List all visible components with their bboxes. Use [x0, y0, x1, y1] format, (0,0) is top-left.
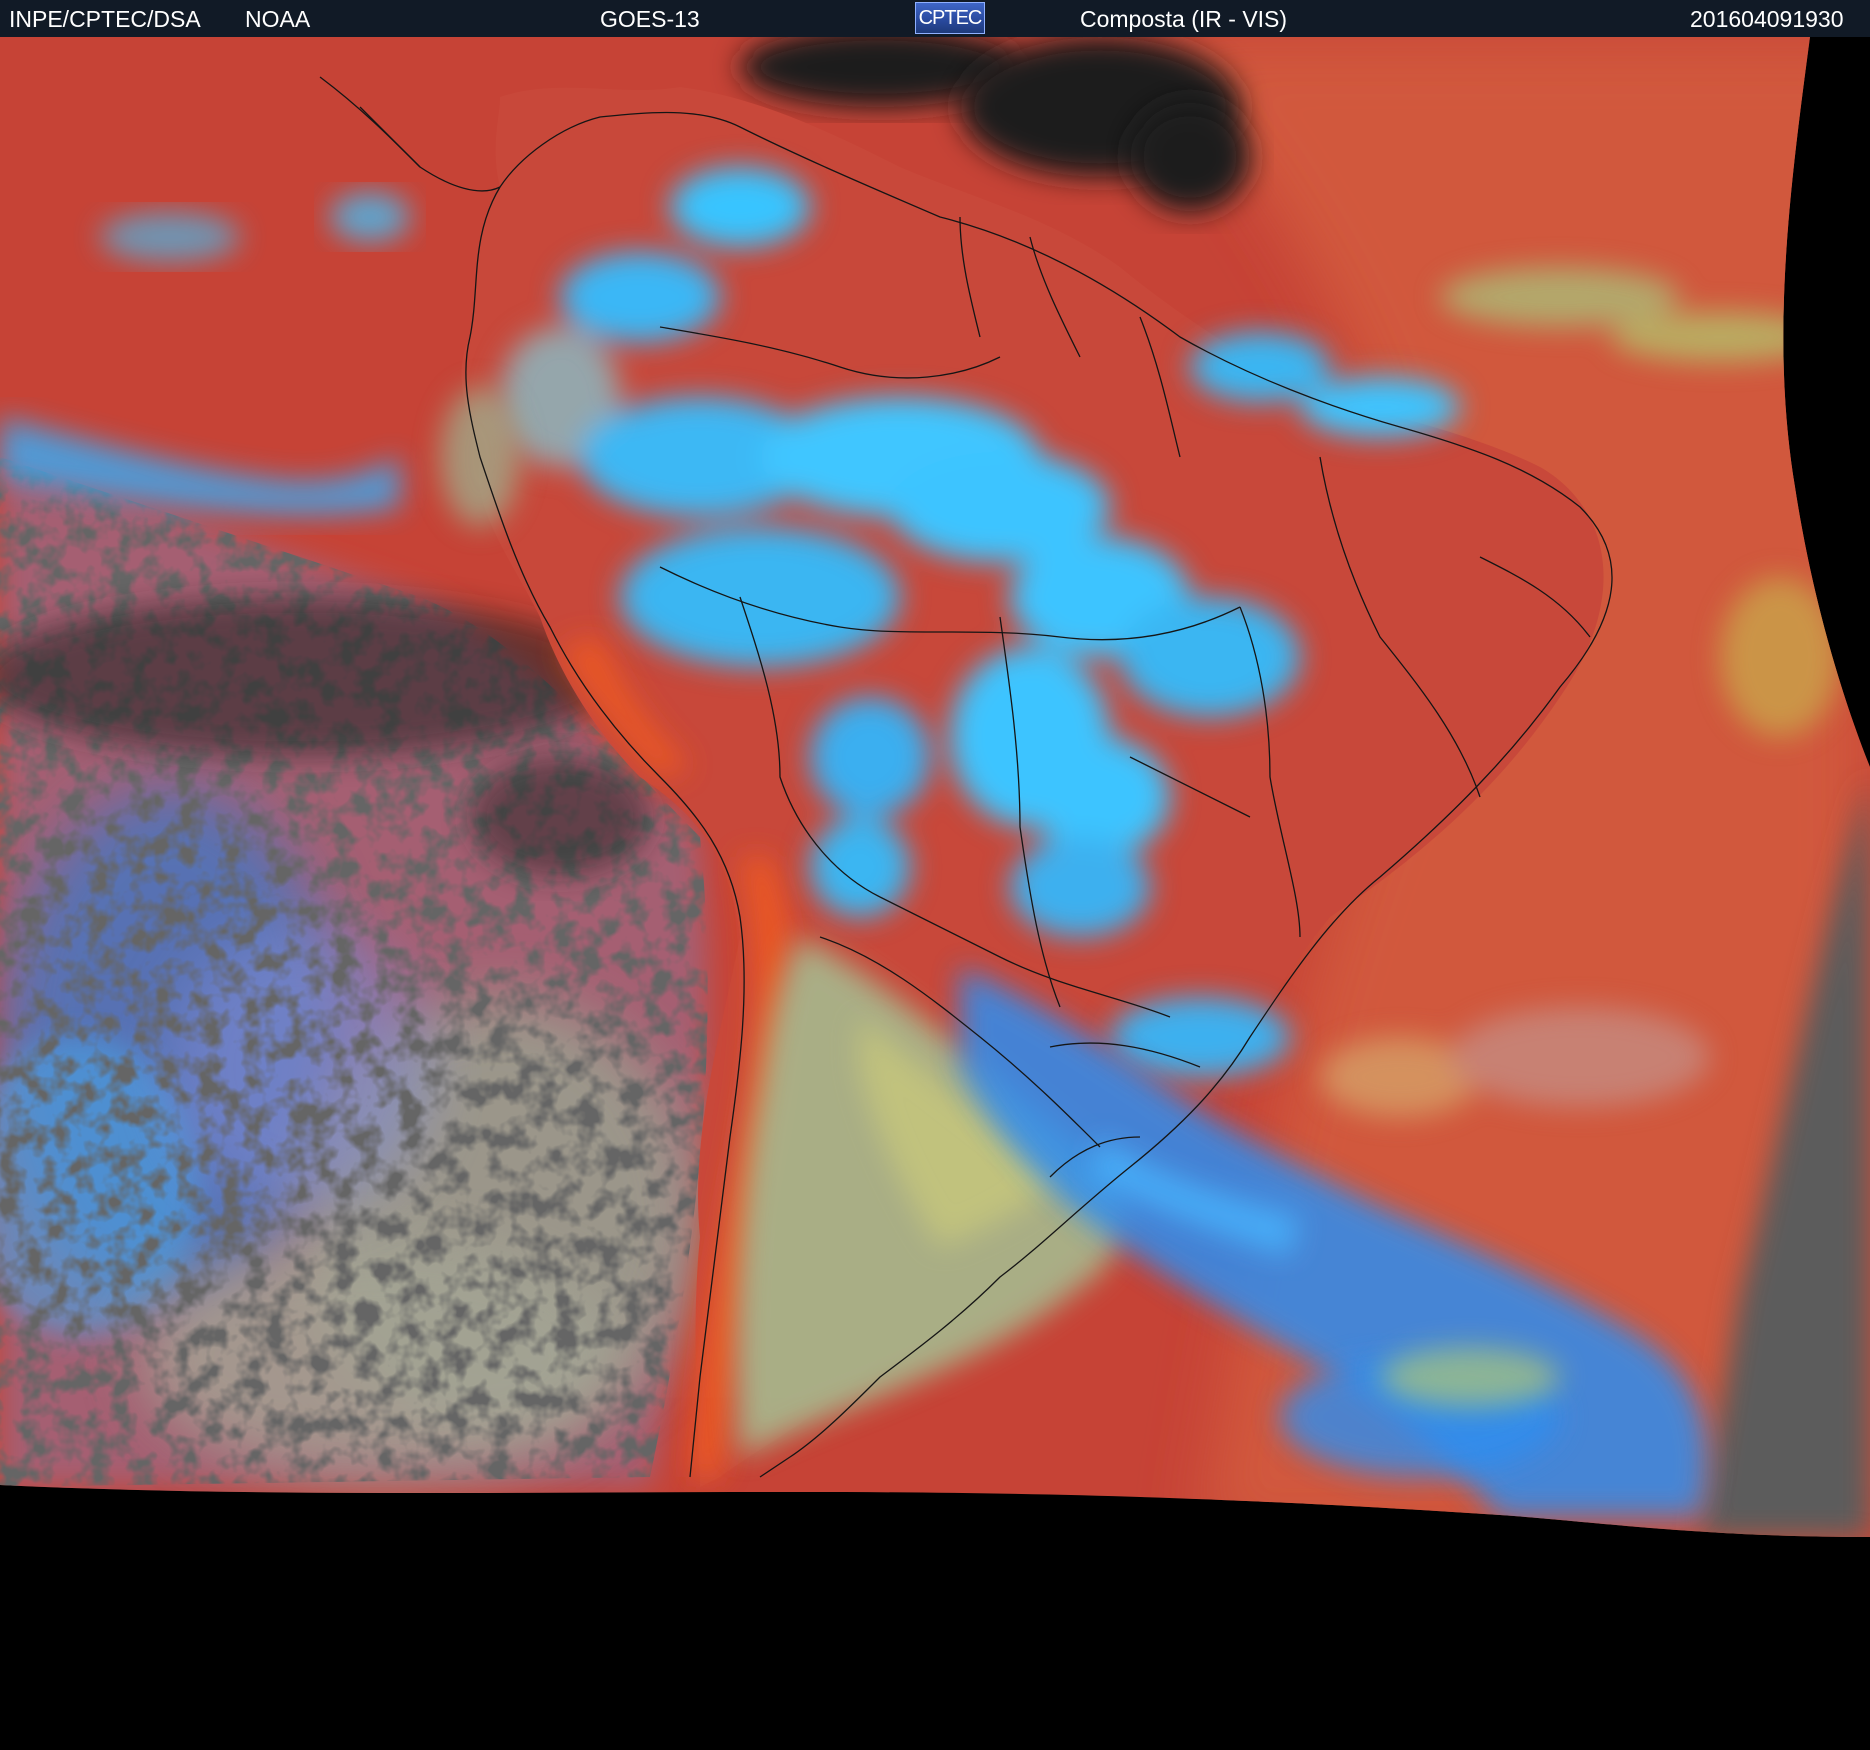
source-label: NOAA	[245, 6, 311, 32]
satellite-label: GOES-13	[600, 6, 700, 32]
timestamp-label: 201604091930	[1690, 6, 1844, 32]
product-label: Composta (IR - VIS)	[1080, 6, 1288, 32]
agency-label: INPE/CPTEC/DSA	[9, 6, 201, 32]
cptec-logo: CPTEC	[915, 2, 985, 34]
header-bar: INPE/CPTEC/DSA NOAA GOES-13 CPTEC Compos…	[0, 0, 1870, 37]
satellite-image	[0, 37, 1870, 1750]
